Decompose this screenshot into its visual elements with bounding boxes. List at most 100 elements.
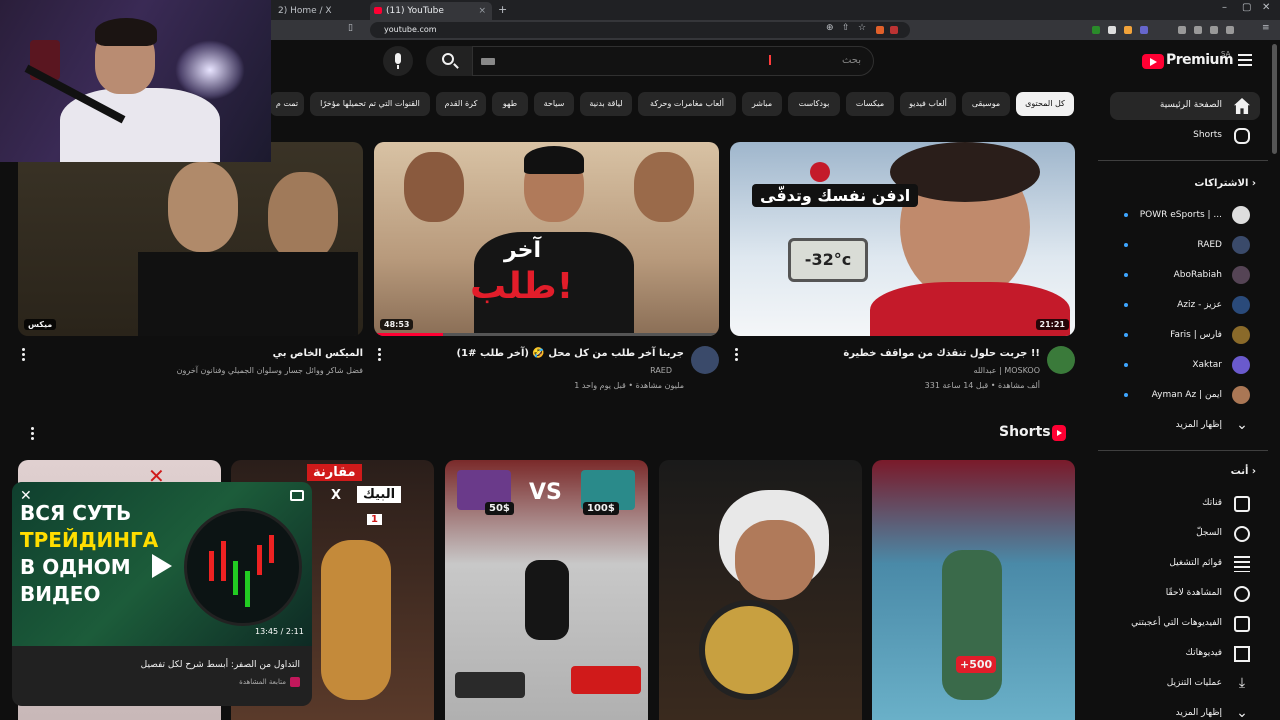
profile-icon[interactable] [1226,26,1234,34]
channel-avatar[interactable] [1047,346,1075,374]
chip-fitness[interactable]: لياقة بدنية [580,92,632,116]
chip-video-games[interactable]: ألعاب فيديو [900,92,956,116]
video-thumbnail[interactable]: ميكس [18,142,363,336]
video-title[interactable]: الميكس الخاص بي [273,348,363,359]
youtube-logo-icon[interactable] [1142,54,1164,69]
chip-recently-uploaded[interactable]: القنوات التي تم تحميلها مؤخرًا [310,92,430,116]
star-icon[interactable]: ☆ [858,23,866,33]
menu-icon[interactable]: ≡ [1262,23,1270,33]
extension-icon[interactable] [1124,26,1132,34]
chevron-down-icon: ⌄ [1236,417,1248,433]
channel-avatar[interactable] [691,346,719,374]
you-heading[interactable]: أنت › [1231,466,1256,477]
sidebar-sub-ayman[interactable]: Ayman Az | ايمن [1110,382,1260,410]
video-thumbnail[interactable]: ادفن نفسك وتدفّى -32°c 21:21 [730,142,1075,336]
search-button[interactable] [426,46,472,76]
video-title[interactable]: جربنا آخر طلب من كل محل 🤣 (آخر طلب #1) [457,348,684,359]
miniplayer-video[interactable]: ВСЯ СУТЬ ТРЕЙДИНГА В ОДНОМ ВИДЕО ✕ 13:45… [12,482,312,646]
candlestick-chart-graphic [184,508,302,626]
extension-icon[interactable] [1092,26,1100,34]
more-actions-icon[interactable] [22,348,26,362]
sidebar-sub-aborabiah[interactable]: AboRabiah [1110,262,1260,290]
wallet-icon[interactable] [1210,26,1218,34]
chip-live[interactable]: مباشر [742,92,782,116]
guide-menu-icon[interactable] [1238,54,1252,66]
heading-text: الاشتراكات [1194,178,1249,189]
chip-label: بودكاست [798,99,830,108]
subscriptions-heading[interactable]: الاشتراكات › [1194,178,1256,189]
extension-icon[interactable] [1108,26,1116,34]
sidebar-item-history[interactable]: السجلّ [1110,520,1260,548]
sidebar-sub-xaktar[interactable]: Xaktar [1110,352,1260,380]
miniplayer-close-button[interactable]: ✕ [20,488,32,504]
tab-close-button[interactable]: × [478,2,486,20]
sidebar-item-playlists[interactable]: قوائم التشغيل [1110,550,1260,578]
chip-travel[interactable]: سياحة [534,92,574,116]
keyboard-icon[interactable] [481,58,495,65]
new-content-dot [1124,273,1128,277]
sidebar-sub-aziz[interactable]: Aziz - عزيز [1110,292,1260,320]
short-card[interactable] [659,460,862,720]
expand-icon[interactable] [290,490,304,501]
more-actions-icon[interactable] [378,348,382,362]
share-icon[interactable]: ⇧ [842,23,850,33]
minimize-button[interactable]: – [1222,2,1227,13]
short-card[interactable]: +500 [872,460,1075,720]
sidebar-show-more-2[interactable]: ⌄ إظهار المزيد [1110,700,1260,720]
chip-watched[interactable]: تمت م [270,92,304,116]
chip-all[interactable]: كل المحتوى [1016,92,1074,116]
thumbnail-overlay-text: آخر [504,238,542,263]
brave-shield-icon[interactable] [876,26,884,34]
sidebar-item-your-channel[interactable]: قناتك [1110,490,1260,518]
sidebar-item-watch-later[interactable]: المشاهدة لاحقًا [1110,580,1260,608]
miniplayer[interactable]: ВСЯ СУТЬ ТРЕЙДИНГА В ОДНОМ ВИДЕО ✕ 13:45… [12,482,312,706]
sidebar-show-more[interactable]: ⌄ إظهار المزيد [1110,412,1260,440]
sidebar-sub-raed[interactable]: RAED [1110,232,1260,260]
tab-x-home[interactable]: 2) Home / X [262,2,366,20]
rewards-icon[interactable] [890,26,898,34]
url-text: youtube.com [384,25,437,34]
window-close-button[interactable]: ✕ [1262,2,1270,13]
new-tab-button[interactable]: + [498,3,507,16]
chip-label: مباشر [751,99,773,108]
sidebar-item-label: الصفحة الرئيسية [1159,100,1222,110]
channel-name[interactable]: عبدالله | MOSKOO [974,366,1040,375]
video-title[interactable]: جربت حلول تنقذك من مواقف خطيرة !! [843,348,1040,359]
channel-name[interactable]: فضل شاكر ووائل جسار وسلوان الجميلي وفنان… [177,366,363,375]
sidebar-item-shorts[interactable]: Shorts [1110,122,1260,150]
chip-cooking[interactable]: طهو [492,92,528,116]
miniplayer-title[interactable]: التداول من الصفر: أبسط شرح لكل تفصيل [141,660,300,670]
media-icon[interactable] [1178,26,1186,34]
sidebar-icon[interactable] [1194,26,1202,34]
chip-action-adventure[interactable]: ألعاب مغامرات وحركة [638,92,736,116]
zoom-icon[interactable]: ⊕ [826,23,834,33]
chip-football[interactable]: كرة القدم [436,92,486,116]
maximize-button[interactable]: ▢ [1242,2,1251,13]
voice-search-button[interactable] [383,46,413,76]
chip-music[interactable]: موسيقى [962,92,1010,116]
chip-label: كرة القدم [444,99,478,108]
chip-mixes[interactable]: ميكسات [846,92,894,116]
sidebar-item-your-videos[interactable]: فيديوهاتك [1110,640,1260,668]
video-thumbnail[interactable]: آخر طلب! 48:53 [374,142,719,336]
sidebar-item-label: السجلّ [1196,528,1222,538]
tab-label: (11) YouTube [386,6,444,16]
sidebar-item-liked[interactable]: الفيديوهات التي أعجبتني [1110,610,1260,638]
search-icon [442,53,454,65]
channel-name[interactable]: RAED [650,366,672,375]
chip-podcasts[interactable]: بودكاست [788,92,840,116]
tab-youtube[interactable]: (11) YouTube × [370,2,492,20]
more-actions-icon[interactable] [31,427,35,441]
page-scrollbar[interactable] [1272,44,1277,154]
sidebar-item-home[interactable]: الصفحة الرئيسية [1110,92,1260,120]
more-actions-icon[interactable] [735,348,739,362]
sidebar-sub-powr[interactable]: POWR eSports | ... [1110,202,1260,230]
thumbnail-person [268,172,338,262]
play-icon[interactable] [152,554,172,578]
sidebar-item-downloads[interactable]: ⤓ عمليات التنزيل [1110,670,1260,698]
extension-icon[interactable] [1140,26,1148,34]
short-card[interactable]: 50$ 100$ VS [445,460,648,720]
sidebar-sub-faris[interactable]: Faris | فارس [1110,322,1260,350]
search-input[interactable]: بحث [472,46,874,76]
bookmark-icon[interactable]: ▯ [348,23,353,33]
